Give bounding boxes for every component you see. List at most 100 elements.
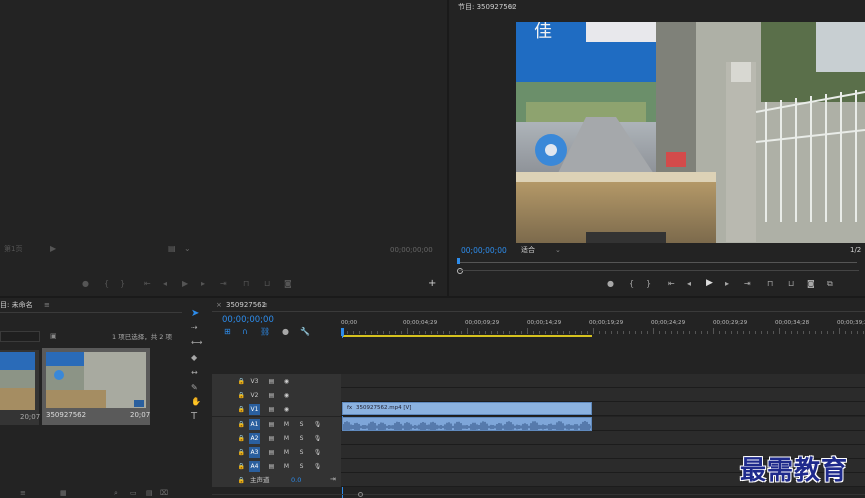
add-marker-icon[interactable]: ● xyxy=(282,328,289,336)
timeline-tab[interactable]: 350927562 xyxy=(226,302,266,309)
project-item-2[interactable]: 350927562 20;07 xyxy=(42,348,150,425)
track-a2-lock-icon[interactable]: 🔒 xyxy=(236,433,247,444)
timeline-scrollbar[interactable] xyxy=(212,492,865,498)
program-mark-out-icon[interactable]: } xyxy=(646,280,651,288)
track-v3-label[interactable]: V3 xyxy=(249,376,260,387)
track-master-end-icon[interactable]: ⇥ xyxy=(330,476,336,483)
project-bin-icon[interactable]: ▣ xyxy=(50,333,57,340)
nest-toggle-icon[interactable]: ⊞ xyxy=(224,328,231,336)
track-a1-solo[interactable]: S xyxy=(296,419,307,430)
program-zoom-bar[interactable] xyxy=(459,270,859,271)
program-extract-icon[interactable]: ⊔ xyxy=(788,280,794,288)
track-a1-lock-icon[interactable]: 🔒 xyxy=(236,419,247,430)
track-master-lock-icon[interactable]: 🔒 xyxy=(236,475,247,486)
source-export-frame-icon[interactable]: ◙ xyxy=(284,280,292,288)
track-a1-mic-icon[interactable]: 🎙 xyxy=(312,419,323,430)
source-step-back-icon[interactable]: ◂ xyxy=(163,280,167,288)
project-panel-title[interactable]: 目: 未命名 xyxy=(0,302,33,309)
source-play-icon[interactable]: ▶ xyxy=(182,280,188,288)
program-resolution[interactable]: 1/2 xyxy=(850,247,861,254)
source-go-out-icon[interactable]: ⇥ xyxy=(220,280,227,288)
track-a4-label[interactable]: A4 xyxy=(249,461,260,472)
track-a4-mute[interactable]: M xyxy=(281,461,292,472)
timeline-zoom-handle[interactable] xyxy=(358,492,363,497)
program-zoom-handle[interactable] xyxy=(457,268,463,274)
project-menu-icon[interactable]: ≡ xyxy=(44,302,50,309)
track-v1-eye-icon[interactable]: ◉ xyxy=(281,404,292,415)
source-overwrite-icon[interactable]: ⊔ xyxy=(264,280,270,288)
track-a1-sync-icon[interactable]: ▤ xyxy=(266,419,277,430)
track-a4-mic-icon[interactable]: 🎙 xyxy=(312,461,323,472)
project-find-icon[interactable]: ⌕ xyxy=(114,490,118,497)
track-a2-mute[interactable]: M xyxy=(281,433,292,444)
track-v2-eye-icon[interactable]: ◉ xyxy=(281,390,292,401)
program-go-out-icon[interactable]: ⇥ xyxy=(744,280,751,288)
program-marker-icon[interactable]: ● xyxy=(607,280,614,288)
source-settings-icon[interactable]: ▤ xyxy=(168,245,176,253)
track-a2-sync-icon[interactable]: ▤ xyxy=(266,433,277,444)
track-a3-mute[interactable]: M xyxy=(281,447,292,458)
timeline-close-icon[interactable]: × xyxy=(216,302,222,309)
track-a3-lock-icon[interactable]: 🔒 xyxy=(236,447,247,458)
audio-clip[interactable] xyxy=(342,417,592,431)
timeline-playhead-handle[interactable] xyxy=(341,328,344,336)
track-a3-label[interactable]: A3 xyxy=(249,447,260,458)
video-clip[interactable]: fx 350927562.mp4 [V] xyxy=(342,402,592,415)
program-monitor-title[interactable]: 节目: 350927562 xyxy=(458,4,517,11)
track-a2-label[interactable]: A2 xyxy=(249,433,260,444)
track-v2-sync-icon[interactable]: ▤ xyxy=(266,390,277,401)
track-select-tool-icon[interactable]: ⇢ xyxy=(191,324,198,332)
track-v1-sync-icon[interactable]: ▤ xyxy=(266,404,277,415)
timeline-timecode[interactable]: 00;00;00;00 xyxy=(222,316,274,325)
track-a2-mic-icon[interactable]: 🎙 xyxy=(312,433,323,444)
program-lift-icon[interactable]: ⊓ xyxy=(767,280,773,288)
program-menu-icon[interactable]: ≡ xyxy=(509,4,515,11)
source-go-in-icon[interactable]: ⇤ xyxy=(144,280,151,288)
track-a4-lock-icon[interactable]: 🔒 xyxy=(236,461,247,472)
project-delete-icon[interactable]: ⌧ xyxy=(160,490,168,497)
timeline-ruler[interactable]: 00;00 00;00;04;29 00;00;09;29 00;00;14;29 00… xyxy=(341,312,865,336)
timeline-menu-icon[interactable]: ≡ xyxy=(262,302,268,309)
program-play-icon[interactable]: ▶ xyxy=(706,279,713,288)
program-fit-dropdown[interactable]: 适合 xyxy=(521,247,535,254)
slip-tool-icon[interactable]: ↔ xyxy=(191,369,198,377)
track-v2-label[interactable]: V2 xyxy=(249,390,260,401)
track-v3-lock-icon[interactable]: 🔒 xyxy=(236,376,247,387)
program-playhead-top[interactable] xyxy=(457,258,460,264)
project-item-1[interactable]: 20;07 xyxy=(0,350,40,425)
program-step-back-icon[interactable]: ◂ xyxy=(687,280,691,288)
timeline-settings-icon[interactable]: 🔧 xyxy=(300,328,310,336)
track-v3-eye-icon[interactable]: ◉ xyxy=(281,376,292,387)
track-a4-sync-icon[interactable]: ▤ xyxy=(266,461,277,472)
program-go-in-icon[interactable]: ⇤ xyxy=(668,280,675,288)
source-insert-icon[interactable]: ⊓ xyxy=(243,280,249,288)
track-v3-sync-icon[interactable]: ▤ xyxy=(266,376,277,387)
source-step-forward-icon[interactable]: ▸ xyxy=(201,280,205,288)
track-v1-lock-icon[interactable]: 🔒 xyxy=(236,404,247,415)
selection-tool-icon[interactable]: ➤ xyxy=(191,309,199,319)
type-tool-icon[interactable]: T xyxy=(191,412,197,422)
work-area-bar[interactable] xyxy=(342,335,592,337)
hand-tool-icon[interactable]: ✋ xyxy=(191,398,201,406)
project-new-bin-icon[interactable]: ▭ xyxy=(130,490,137,497)
ripple-edit-tool-icon[interactable]: ⟷ xyxy=(191,339,202,347)
track-a1-mute[interactable]: M xyxy=(281,419,292,430)
source-mark-icon[interactable]: ● xyxy=(82,280,89,288)
track-a1-label[interactable]: A1 xyxy=(249,419,260,430)
project-new-item-icon[interactable]: ▤ xyxy=(146,490,153,497)
program-step-forward-icon[interactable]: ▸ xyxy=(725,280,729,288)
snap-icon[interactable]: ∩ xyxy=(242,328,248,336)
razor-tool-icon[interactable]: ◆ xyxy=(191,354,197,362)
track-a2-solo[interactable]: S xyxy=(296,433,307,444)
track-a3-solo[interactable]: S xyxy=(296,447,307,458)
program-scrubber-track[interactable] xyxy=(459,262,857,263)
project-icon-view-icon[interactable]: ▦ xyxy=(60,490,67,497)
fit-dropdown-chevron-icon[interactable]: ⌄ xyxy=(555,247,561,254)
source-mark-out-icon[interactable]: } xyxy=(120,280,125,288)
project-list-view-icon[interactable]: ≡ xyxy=(20,490,26,497)
track-master-value[interactable]: 0.0 xyxy=(291,477,301,484)
track-v2-lock-icon[interactable]: 🔒 xyxy=(236,390,247,401)
program-compare-icon[interactable]: ⧉ xyxy=(827,280,833,288)
source-mark-in-icon[interactable]: { xyxy=(104,280,109,288)
pen-tool-icon[interactable]: ✎ xyxy=(191,384,198,392)
